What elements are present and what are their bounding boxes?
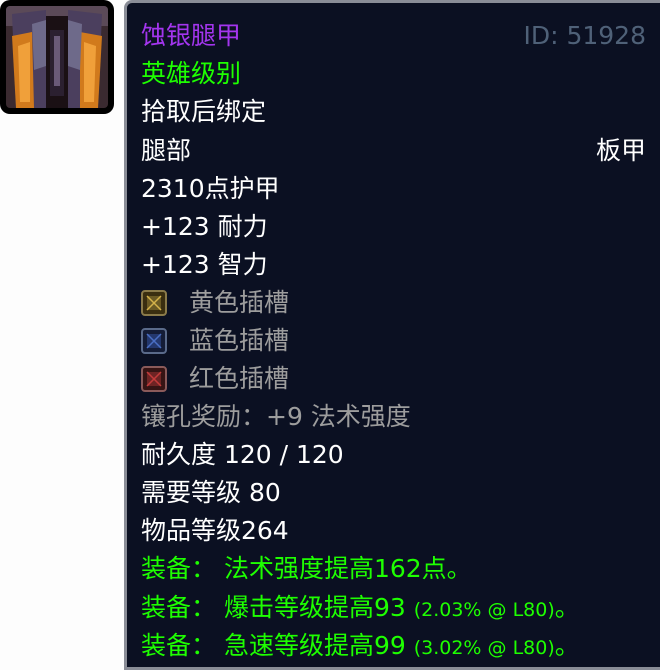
equip-effect-crit-note: (2.03% @ L80): [413, 599, 555, 621]
equip-effect-haste-text: 装备： 急速等级提高99: [141, 631, 406, 660]
item-tooltip: 蚀银腿甲 ID: 51928 英雄级别 拾取后绑定 腿部 板甲 2310点护甲 …: [124, 0, 660, 670]
socket-yellow-label: 黄色插槽: [189, 288, 290, 317]
equip-effect-crit-end: 。: [554, 593, 580, 622]
socket-red-label: 红色插槽: [189, 364, 290, 393]
socket-bonus: 镶孔奖励：+9 法术强度: [141, 402, 411, 431]
plate-legs-item-icon: [6, 6, 108, 108]
item-id: ID: 51928: [523, 21, 646, 50]
equip-effect-haste: 装备： 急速等级提高99 (3.02% @ L80)。: [141, 629, 580, 665]
item-armor-type: 板甲: [595, 136, 646, 165]
item-quality: 英雄级别: [141, 59, 242, 88]
red-socket-icon: [141, 366, 167, 392]
item-name: 蚀银腿甲: [141, 21, 242, 50]
item-required-level: 需要等级 80: [141, 478, 281, 507]
socket-blue: 蓝色插槽: [141, 324, 289, 358]
item-armor-value: 2310点护甲: [141, 174, 280, 203]
socket-blue-label: 蓝色插槽: [189, 326, 290, 355]
item-durability: 耐久度 120 / 120: [141, 440, 344, 469]
blue-socket-icon: [141, 328, 167, 354]
equip-effect-haste-note: (3.02% @ L80): [413, 637, 555, 659]
item-level: 物品等级264: [141, 516, 289, 545]
yellow-socket-icon: [141, 290, 167, 316]
item-bind-type: 拾取后绑定: [141, 97, 267, 126]
item-icon-frame: [0, 0, 114, 114]
socket-yellow: 黄色插槽: [141, 286, 289, 320]
equip-effect-spell-power: 装备： 法术强度提高162点。: [141, 554, 472, 583]
equip-effect-crit: 装备： 爆击等级提高93 (2.03% @ L80)。: [141, 591, 580, 627]
item-slot: 腿部: [141, 136, 192, 165]
equip-effect-haste-end: 。: [554, 631, 580, 660]
socket-red: 红色插槽: [141, 362, 289, 396]
item-stat-intellect: +123 智力: [141, 250, 268, 279]
item-stat-stamina: +123 耐力: [141, 212, 268, 241]
equip-effect-crit-text: 装备： 爆击等级提高93: [141, 593, 406, 622]
